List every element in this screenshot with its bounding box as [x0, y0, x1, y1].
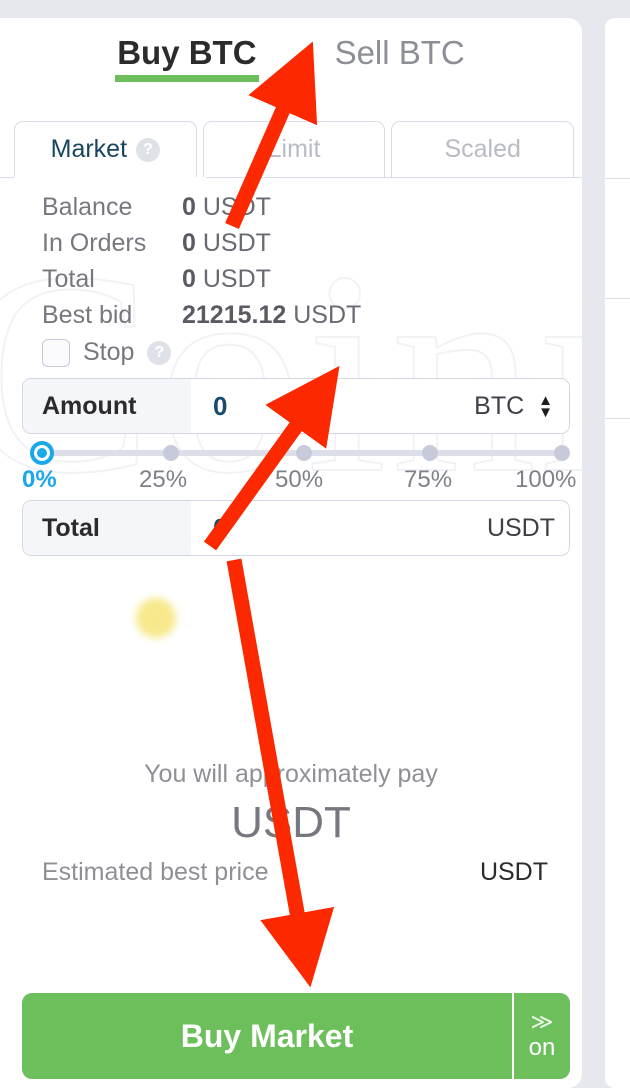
stop-label: Stop	[83, 338, 135, 366]
toggle-state-label: on	[528, 1034, 556, 1061]
info-row-best-bid: Best bid 21215.12 USDT	[42, 301, 562, 337]
amount-input[interactable]: 0	[191, 391, 474, 422]
stop-checkbox[interactable]	[42, 338, 70, 367]
tab-buy-btc[interactable]: Buy BTC	[115, 30, 259, 84]
slider-tick-labels: 0% 25% 50% 75% 100%	[22, 466, 576, 496]
info-label: Total	[42, 265, 95, 293]
estimated-price-label: Estimated best price	[42, 858, 269, 886]
info-label: In Orders	[42, 229, 147, 257]
double-chevron-right-icon: ≫	[530, 1009, 554, 1034]
stop-help-icon[interactable]: ?	[147, 340, 172, 365]
estimated-price-row: Estimated best price USDT	[42, 858, 548, 887]
tab-scaled-label: Scaled	[444, 135, 521, 163]
info-currency: USDT	[293, 301, 362, 329]
side-selector: Buy BTC Sell BTC	[0, 30, 582, 84]
pay-label: You will approximately pay	[144, 760, 438, 788]
total-unit: USDT	[486, 513, 555, 542]
status-dot-indicator	[136, 598, 176, 638]
slider-tick-50[interactable]: 50%	[275, 466, 323, 494]
slider-tick-25[interactable]: 25%	[139, 466, 187, 494]
pay-amount: USDT	[231, 798, 351, 847]
slider-tick-75[interactable]: 75%	[404, 466, 452, 494]
info-value: 0	[182, 193, 196, 221]
amount-unit: BTC	[474, 391, 525, 420]
slider-knob-25[interactable]	[163, 445, 179, 461]
info-row-balance: Balance 0 USDT	[42, 193, 562, 229]
info-label: Balance	[42, 193, 133, 221]
buy-market-toggle[interactable]: ≫ on	[512, 993, 570, 1079]
top-background-strip	[0, 0, 630, 18]
slider-tick-100[interactable]: 100%	[515, 466, 576, 494]
amount-field[interactable]: Amount 0 BTC ▲ ▼	[22, 378, 570, 434]
amount-label: Amount	[23, 379, 191, 433]
total-input[interactable]: 0	[191, 513, 487, 544]
order-type-tabs: Market ? Limit Scaled	[14, 121, 575, 178]
info-label: Best bid	[42, 301, 133, 329]
info-currency: USDT	[202, 193, 271, 221]
info-row-in-orders: In Orders 0 USDT	[42, 229, 562, 265]
info-value: 0	[182, 265, 196, 293]
total-field[interactable]: Total 0 USDT	[22, 500, 570, 556]
tab-market[interactable]: Market ?	[14, 121, 197, 178]
right-side-panel	[605, 18, 630, 1088]
stop-order-row: Stop ?	[42, 338, 172, 367]
buy-market-bar: Buy Market ≫ on	[22, 993, 570, 1079]
tab-market-label: Market	[50, 135, 128, 163]
account-info-list: Balance 0 USDT In Orders 0 USDT Total 0 …	[42, 193, 562, 337]
total-label: Total	[23, 501, 191, 555]
tab-limit[interactable]: Limit	[202, 121, 386, 178]
buy-market-button[interactable]: Buy Market	[22, 993, 512, 1079]
tab-scaled[interactable]: Scaled	[391, 121, 575, 178]
order-form-card: Coinre Buy BTC Sell BTC Market ? Limit S…	[0, 18, 582, 1088]
slider-knob-50[interactable]	[296, 445, 312, 461]
amount-stepper[interactable]: ▲ ▼	[538, 393, 569, 420]
tab-sell-btc[interactable]: Sell BTC	[333, 30, 467, 84]
info-row-total: Total 0 USDT	[42, 265, 562, 301]
tab-limit-label: Limit	[267, 135, 321, 163]
info-currency: USDT	[202, 229, 271, 257]
info-value: 21215.12	[182, 301, 287, 329]
estimated-price-value: USDT	[479, 858, 548, 886]
tabs-baseline	[0, 177, 582, 178]
slider-knob-100[interactable]	[554, 445, 570, 461]
help-icon[interactable]: ?	[136, 137, 161, 162]
info-currency: USDT	[202, 265, 271, 293]
chevron-down-icon[interactable]: ▼	[538, 405, 553, 420]
slider-knob-75[interactable]	[422, 445, 438, 461]
slider-knob-0[interactable]	[30, 441, 54, 465]
slider-tick-0[interactable]: 0%	[22, 466, 57, 494]
info-value: 0	[182, 229, 196, 257]
